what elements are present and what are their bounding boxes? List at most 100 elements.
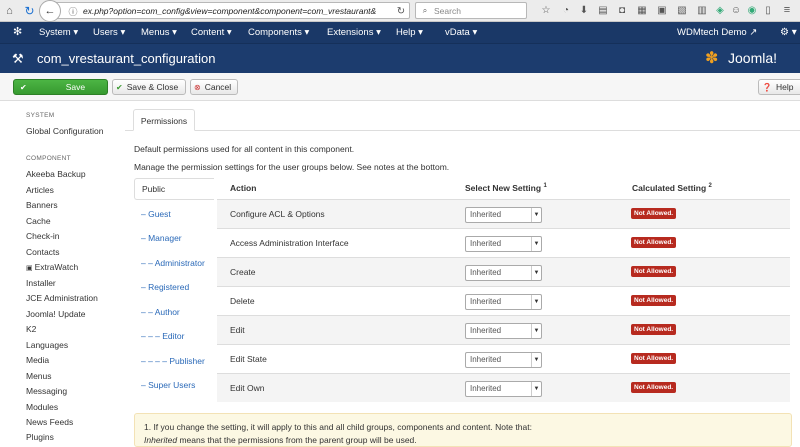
action-label: Access Administration Interface: [230, 238, 349, 248]
group-tab-registered[interactable]: – Registered: [141, 282, 189, 292]
setting-select[interactable]: Inherited ▼: [465, 352, 542, 368]
sidebar-item-messaging[interactable]: Messaging: [26, 386, 67, 396]
back-arrow-icon[interactable]: ←: [39, 0, 61, 22]
table-row: Edit Inherited ▼ Not Allowed.: [217, 315, 790, 344]
menu-users[interactable]: Users ▾: [93, 22, 125, 43]
info-icon[interactable]: ⓘ: [67, 5, 79, 17]
extension-icon[interactable]: ◉: [746, 4, 758, 16]
setting-select[interactable]: Inherited ▼: [465, 207, 542, 223]
status-badge: Not Allowed.: [631, 237, 677, 248]
dropdown-arrow-icon: ▼: [531, 295, 541, 309]
sidebar-item-modules[interactable]: Modules: [26, 402, 58, 412]
sidebar-item-checkin[interactable]: Check-in: [26, 231, 60, 241]
note-line-1: 1. If you change the setting, it will ap…: [144, 422, 532, 432]
save-close-button[interactable]: ✔ Save & Close: [112, 79, 186, 95]
tab-permissions[interactable]: Permissions: [133, 109, 195, 131]
bookmark-icon[interactable]: ▤: [597, 4, 609, 16]
group-tab-administrator[interactable]: – – Administrator: [141, 258, 205, 268]
sidebar-item-global-configuration[interactable]: Global Configuration: [26, 126, 104, 136]
sidebar-item-installer[interactable]: Installer: [26, 278, 56, 288]
sidebar-item-extrawatch[interactable]: ▣ ExtraWatch: [26, 262, 78, 272]
status-badge: Not Allowed.: [631, 353, 677, 364]
status-badge: Not Allowed.: [631, 266, 677, 277]
sidebar-item-news-feeds[interactable]: News Feeds: [26, 417, 73, 427]
sidebar-item-joomla-update[interactable]: Joomla! Update: [26, 309, 86, 319]
sidebar-item-k2[interactable]: K2: [26, 324, 36, 334]
sidebar-item-media[interactable]: Media: [26, 355, 49, 365]
menu-content[interactable]: Content ▾: [191, 22, 232, 43]
shield-icon[interactable]: ◈: [714, 4, 726, 16]
reload-icon[interactable]: ↻: [22, 3, 37, 18]
status-badge: Not Allowed.: [631, 295, 677, 306]
page-title: com_vrestaurant_configuration: [37, 51, 216, 66]
dropdown-arrow-icon: ▼: [531, 353, 541, 367]
sidebar-item-akeeba[interactable]: Akeeba Backup: [26, 169, 86, 179]
dropdown-arrow-icon: ▼: [531, 237, 541, 251]
sidebar-item-languages[interactable]: Languages: [26, 340, 68, 350]
address-bar[interactable]: ← ⓘ ex.php?option=com_config&view=compon…: [39, 0, 410, 22]
setting-select[interactable]: Inherited ▼: [465, 294, 542, 310]
action-label: Edit Own: [230, 383, 265, 393]
note-line-2: Inherited means that the permissions fro…: [144, 435, 417, 445]
refresh-icon[interactable]: ↻: [395, 5, 407, 17]
status-badge: Not Allowed.: [631, 208, 677, 219]
group-tab-public[interactable]: Public: [134, 178, 214, 200]
setting-select[interactable]: Inherited ▼: [465, 323, 542, 339]
pocket-icon[interactable]: ◘: [616, 4, 628, 16]
sidebar-item-plugins[interactable]: Plugins: [26, 432, 54, 442]
table-row: Delete Inherited ▼ Not Allowed.: [217, 286, 790, 315]
action-toolbar: ✔ Save ✔ Save & Close ⊗ Cancel ❓ Help: [0, 73, 800, 101]
search-placeholder: Search: [434, 6, 461, 16]
setting-select[interactable]: Inherited ▼: [465, 236, 542, 252]
setting-select[interactable]: Inherited ▼: [465, 265, 542, 281]
group-tab-editor[interactable]: – – – Editor: [141, 331, 184, 341]
screenshot-icon[interactable]: ▣: [656, 4, 668, 16]
action-label: Configure ACL & Options: [230, 209, 325, 219]
setting-select[interactable]: Inherited ▼: [465, 381, 542, 397]
group-tab-super-users[interactable]: – Super Users: [141, 380, 195, 390]
battery-icon[interactable]: ▯: [762, 4, 774, 16]
browser-toolbar: ⌂ ↻ ← ⓘ ex.php?option=com_config&view=co…: [0, 0, 800, 22]
help-icon: ❓: [762, 82, 772, 92]
cancel-button[interactable]: ⊗ Cancel: [190, 79, 238, 95]
menu-components[interactable]: Components ▾: [248, 22, 309, 43]
help-button[interactable]: ❓ Help: [758, 79, 800, 95]
tab-divider: [125, 130, 800, 131]
star-icon[interactable]: ☆: [540, 4, 552, 16]
group-tab-publisher[interactable]: – – – – Publisher: [141, 356, 205, 366]
menu-extensions[interactable]: Extensions ▾: [327, 22, 381, 43]
save-button[interactable]: ✔ Save: [13, 79, 108, 95]
addon-icon[interactable]: ▧: [676, 4, 688, 16]
sidebar-item-jce[interactable]: JCE Administration: [26, 293, 98, 303]
group-tab-author[interactable]: – – Author: [141, 307, 180, 317]
search-icon: ⌕: [422, 6, 428, 15]
sidebar-item-articles[interactable]: Articles: [26, 185, 54, 195]
home-icon[interactable]: ⌂: [2, 3, 17, 18]
url-text[interactable]: ex.php?option=com_config&view=component&…: [83, 6, 393, 16]
sidebar-item-banners[interactable]: Banners: [26, 200, 58, 210]
action-label: Edit State: [230, 354, 267, 364]
site-name-link[interactable]: WDMtech Demo ↗: [677, 22, 757, 43]
menu-help[interactable]: Help ▾: [396, 22, 423, 43]
menu-icon[interactable]: ≡: [780, 4, 794, 16]
sidebar-icon[interactable]: ▥: [696, 4, 708, 16]
group-tab-manager[interactable]: – Manager: [141, 233, 182, 243]
menu-system[interactable]: System ▾: [39, 22, 78, 43]
sidebar-item-cache[interactable]: Cache: [26, 216, 51, 226]
joomla-logo-icon[interactable]: ✻: [13, 22, 22, 43]
smiley-icon[interactable]: ☺: [730, 4, 742, 16]
action-label: Delete: [230, 296, 255, 306]
action-label: Create: [230, 267, 256, 277]
menu-vdata[interactable]: vData ▾: [445, 22, 477, 43]
sidebar-item-contacts[interactable]: Contacts: [26, 247, 60, 257]
save-icon: ✔: [20, 82, 27, 92]
print-icon[interactable]: ▦: [636, 4, 648, 16]
download-icon[interactable]: ⬇: [578, 4, 590, 16]
group-tab-guest[interactable]: – Guest: [141, 209, 171, 219]
user-gear-icon[interactable]: ⚙ ▾: [780, 22, 797, 43]
rss-icon[interactable]: ◔: [560, 4, 572, 16]
menu-menus[interactable]: Menus ▾: [141, 22, 177, 43]
sidebar-item-menus[interactable]: Menus: [26, 371, 52, 381]
search-box[interactable]: ⌕ Search: [415, 2, 527, 19]
column-header-select-setting: Select New Setting 1: [465, 183, 547, 193]
